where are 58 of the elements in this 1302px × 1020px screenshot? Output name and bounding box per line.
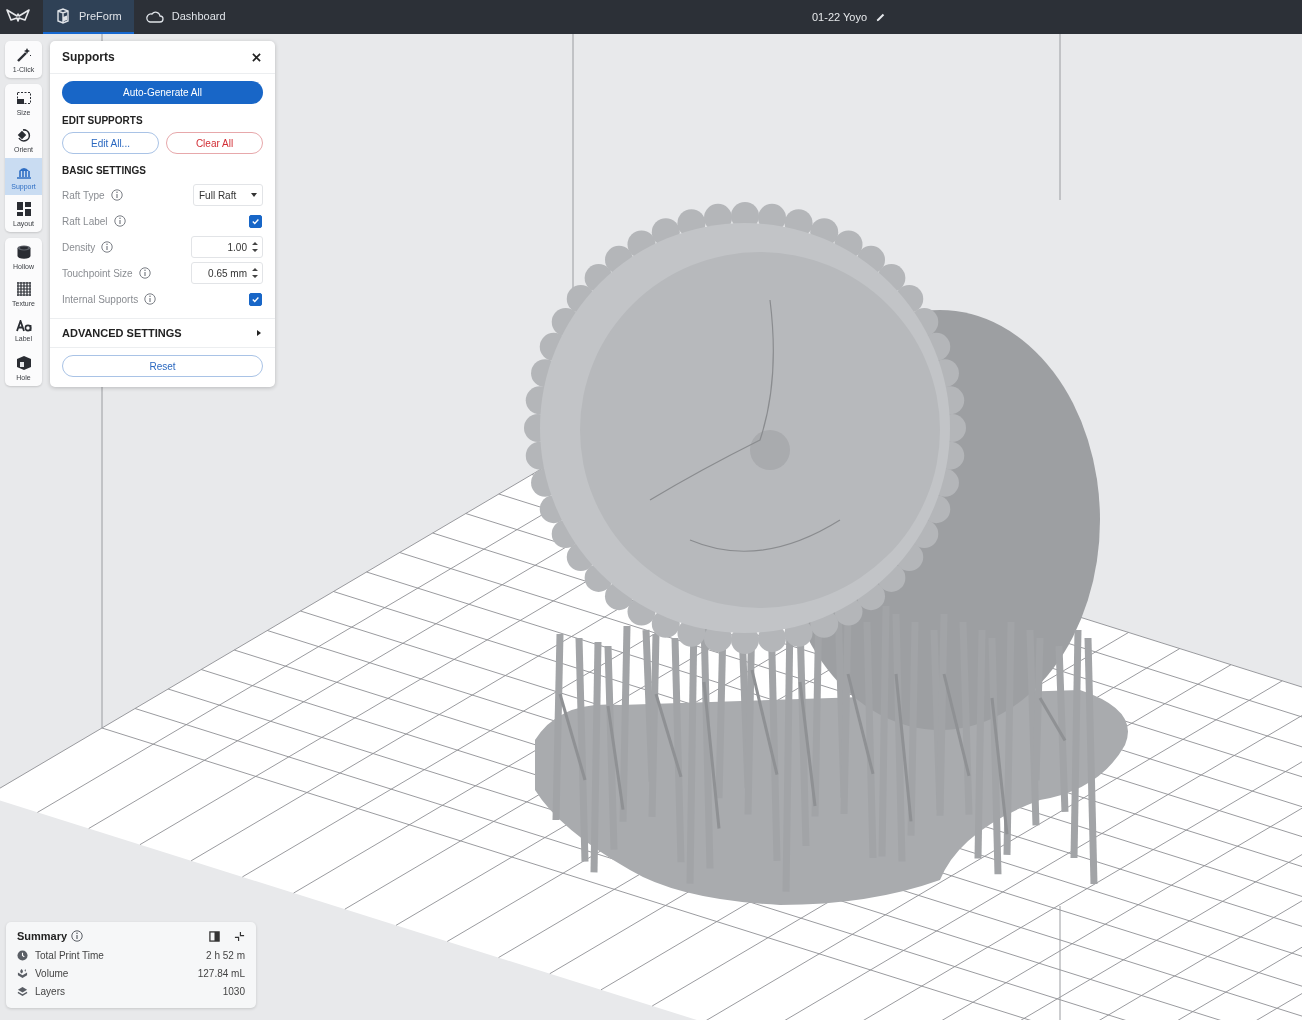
setting-label: Raft Label [62,215,108,227]
file-title: 01-22 Yoyo [812,11,868,23]
resin-drops-icon [17,968,28,979]
caret-icon [251,193,257,197]
collapse-icon[interactable] [234,930,245,942]
summary-title: Summary [17,930,68,942]
resize-icon [15,89,32,106]
clear-all-button[interactable]: Clear All [166,132,263,154]
checkmark-icon [251,216,260,226]
app-tab[interactable]: PreForm [43,0,134,34]
close-icon[interactable] [252,52,261,62]
info-icon[interactable] [138,267,151,279]
texture-grid-icon [15,280,32,297]
checkbox[interactable] [249,292,262,306]
rotate-icon [15,126,32,143]
info-icon[interactable] [101,241,114,253]
summary-value: 127.84 mL [197,968,245,979]
magic-wand-icon [15,46,32,63]
number-spinner-field[interactable]: 0.65 mm [191,262,263,284]
layers-icon [17,986,28,997]
cloud-icon [145,9,164,23]
section-heading: EDIT SUPPORTS [62,115,144,126]
setting-label: Density [62,241,96,253]
checkbox[interactable] [249,214,262,228]
summary-label: Volume [35,968,69,979]
auto-generate-button[interactable]: Auto-Generate All [62,81,263,104]
raft-type-dropdown[interactable]: Full Raft [193,184,263,206]
yoyo-model-drawing[interactable] [524,202,1128,905]
setting-label: Touchpoint Size [62,267,133,279]
printer-box-icon [55,8,71,24]
setting-label: Internal Supports [62,293,139,305]
panel-title: Supports [62,50,115,64]
advanced-settings-toggle[interactable]: ADVANCED SETTINGS [50,318,275,348]
summary-label: Layers [35,986,65,997]
info-icon[interactable] [113,215,126,227]
panel-toggle-icon[interactable] [209,930,220,942]
stepper-arrows-icon [252,267,258,279]
summary-value: 1030 [222,986,245,997]
info-icon[interactable] [144,293,157,305]
number-spinner-field[interactable]: 1.00 [191,236,263,258]
summary-value: 2 h 52 m [206,950,245,961]
pencil-icon[interactable] [875,11,887,23]
clock-icon [17,950,28,961]
info-icon[interactable] [71,930,84,942]
reset-button[interactable]: Reset [62,355,263,377]
text-label-icon [15,319,32,332]
caret-right-icon [257,330,261,336]
cube-hole-icon [15,354,32,371]
checkmark-icon [251,294,260,304]
info-icon[interactable] [110,189,123,201]
section-heading: BASIC SETTINGS [62,165,147,176]
setting-label: Raft Type [62,189,105,201]
cylinder-icon [15,243,32,260]
app-tab[interactable]: Dashboard [133,0,238,34]
stepper-arrows-icon [252,241,258,253]
edit-all-button[interactable]: Edit All... [62,132,159,154]
layout-grid-icon [15,200,32,217]
summary-label: Total Print Time [35,950,104,961]
